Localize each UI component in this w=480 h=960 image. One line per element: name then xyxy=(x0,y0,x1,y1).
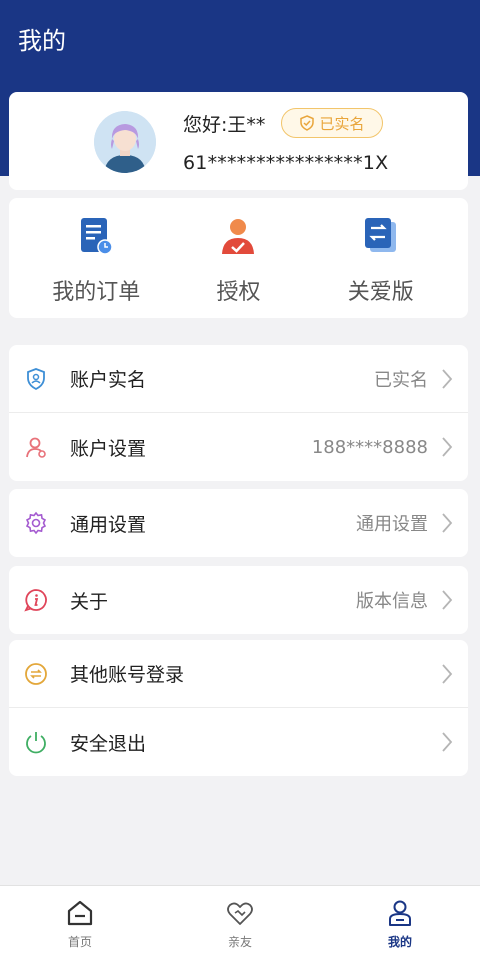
tab-home[interactable]: 首页 xyxy=(0,886,160,960)
chevron-right-icon xyxy=(442,590,453,610)
authorize-label: 授权 xyxy=(216,280,261,305)
quick-actions: 我的订单 授权 关爱版 xyxy=(9,198,468,318)
info-icon xyxy=(24,589,47,612)
bottom-tab-bar: 首页 亲友 我的 xyxy=(0,885,480,960)
tab-label: 首页 xyxy=(67,935,92,949)
account-menu-group: 账户实名 已实名 账户设置 188****8888 xyxy=(9,345,468,481)
menu-item-label: 关于 xyxy=(70,590,109,613)
greeting-text: 您好:王** xyxy=(183,114,266,136)
authorize-button[interactable]: 授权 xyxy=(183,198,293,318)
menu-item-logout[interactable]: 安全退出 xyxy=(9,708,468,776)
about-menu-group: 关于 版本信息 xyxy=(9,566,468,634)
menu-item-label: 其他账号登录 xyxy=(70,664,185,686)
session-menu-group: 其他账号登录 安全退出 xyxy=(9,640,468,776)
menu-item-value: 已实名 xyxy=(374,369,428,391)
user-icon xyxy=(389,900,411,926)
switch-account-icon xyxy=(25,663,47,685)
shield-check-icon xyxy=(300,115,315,131)
menu-item-account-settings[interactable]: 账户设置 188****8888 xyxy=(9,413,468,481)
care-mode-icon xyxy=(364,218,396,252)
menu-item-value: 版本信息 xyxy=(356,591,428,612)
verified-badge-label: 已实名 xyxy=(319,114,365,133)
shield-user-icon xyxy=(27,368,45,391)
menu-item-value: 通用设置 xyxy=(356,514,428,535)
menu-item-label: 账户实名 xyxy=(70,369,147,391)
general-menu-group: 通用设置 通用设置 xyxy=(9,489,468,557)
gear-icon xyxy=(25,511,47,535)
order-icon xyxy=(81,218,113,255)
verified-badge: 已实名 xyxy=(281,108,383,138)
menu-item-other-login[interactable]: 其他账号登录 xyxy=(9,640,468,708)
chevron-right-icon xyxy=(442,437,453,457)
avatar[interactable] xyxy=(94,111,156,173)
profile-card[interactable]: 您好:王** 已实名 61****************1X xyxy=(9,92,468,190)
tab-label: 我的 xyxy=(387,935,412,949)
menu-item-value: 188****8888 xyxy=(311,436,428,458)
tab-family[interactable]: 亲友 xyxy=(160,886,320,960)
user-authorize-icon xyxy=(222,219,255,254)
chevron-right-icon xyxy=(442,664,453,684)
care-mode-button[interactable]: 关爱版 xyxy=(294,198,468,318)
user-settings-icon xyxy=(26,437,46,458)
menu-item-general-settings[interactable]: 通用设置 通用设置 xyxy=(9,489,468,557)
id-number: 61****************1X xyxy=(183,152,389,174)
menu-item-about[interactable]: 关于 版本信息 xyxy=(9,566,468,634)
menu-item-realname[interactable]: 账户实名 已实名 xyxy=(9,345,468,413)
tab-label: 亲友 xyxy=(227,935,252,949)
chevron-right-icon xyxy=(442,513,453,533)
power-icon xyxy=(26,732,46,754)
my-orders-button[interactable]: 我的订单 xyxy=(9,198,183,318)
menu-item-label: 安全退出 xyxy=(70,732,147,755)
page-title: 我的 xyxy=(18,27,66,55)
care-mode-label: 关爱版 xyxy=(347,280,414,305)
menu-item-label: 通用设置 xyxy=(70,513,147,536)
menu-item-label: 账户设置 xyxy=(70,437,147,460)
heart-icon xyxy=(227,902,253,925)
home-icon xyxy=(67,900,93,926)
my-orders-label: 我的订单 xyxy=(52,280,141,305)
chevron-right-icon xyxy=(442,732,453,752)
chevron-right-icon xyxy=(442,369,453,389)
tab-mine[interactable]: 我的 xyxy=(320,886,480,960)
